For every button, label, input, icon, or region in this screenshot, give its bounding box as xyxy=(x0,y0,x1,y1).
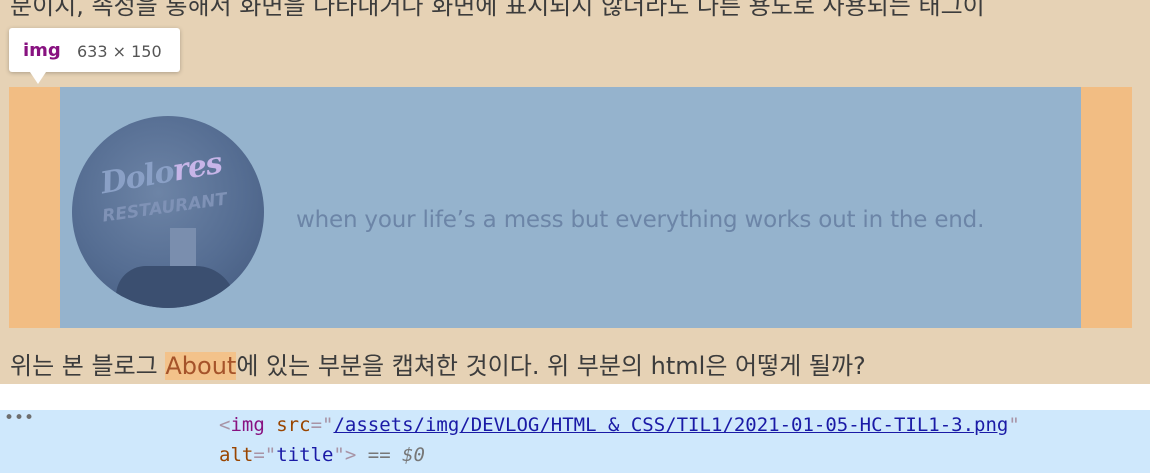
tooltip-arrow xyxy=(30,72,46,84)
paragraph-before-link: 위는 본 블로그 xyxy=(10,352,166,380)
image-tagline: when your life’s a mess but everything w… xyxy=(296,207,985,233)
neon-sign-top-text: Dolo xyxy=(97,154,177,202)
inspect-tooltip: img 633 × 150 xyxy=(9,28,180,72)
attr-src-close-quote: " xyxy=(1008,414,1020,436)
neon-sign-bottom-text: TAURANT xyxy=(137,189,229,222)
about-link[interactable]: About xyxy=(165,352,237,380)
paragraph-text-bottom: 위는 본 블로그 About에 있는 부분을 캡쳐한 것이다. 위 부분의 ht… xyxy=(10,346,866,381)
tag-close: "> xyxy=(333,444,357,466)
attr-alt-eq: =" xyxy=(253,444,277,466)
attr-alt: alt xyxy=(219,444,254,466)
console-ref-equals: == xyxy=(356,444,403,466)
ellipsis-icon[interactable]: ••• xyxy=(4,408,34,428)
avatar-image: Dolores RESTAURANT xyxy=(72,116,264,308)
tag-open-bracket: < xyxy=(219,414,231,436)
code-line-1[interactable]: <img src="/assets/img/DEVLOG/HTML & CSS/… xyxy=(219,414,1020,436)
attr-src-eq: =" xyxy=(310,414,334,436)
paragraph-text: 분이지, 속성을 통해서 화면을 나타내거나 화면에 표시되지 않더라도 다른 … xyxy=(10,0,985,20)
paragraph-after-link: 에 있는 부분을 캡쳐한 것이다. 위 부분의 html은 어떻게 될까? xyxy=(236,352,866,380)
alt-value: title xyxy=(276,444,334,466)
src-link[interactable]: /assets/img/DEVLOG/HTML & CSS/TIL1/2021-… xyxy=(333,414,1008,436)
console-ref: $0 xyxy=(402,444,425,466)
neon-sign-top-accent: res xyxy=(170,145,225,189)
attr-src: src xyxy=(276,414,311,436)
tag-name: img xyxy=(230,414,265,436)
blog-page: 분이지, 속성을 통해서 화면을 나타내거나 화면에 표시되지 않더라도 다른 … xyxy=(0,0,1150,384)
neon-sign-bottom-prefix: RES xyxy=(101,201,141,227)
car-silhouette xyxy=(116,266,236,308)
devtools-elements-panel[interactable]: ••• <img src="/assets/img/DEVLOG/HTML & … xyxy=(0,408,1150,473)
code-line-2[interactable]: alt="title"> == $0 xyxy=(219,444,425,466)
tooltip-dimensions: 633 × 150 xyxy=(77,42,162,61)
tooltip-tag-name: img xyxy=(23,40,61,61)
